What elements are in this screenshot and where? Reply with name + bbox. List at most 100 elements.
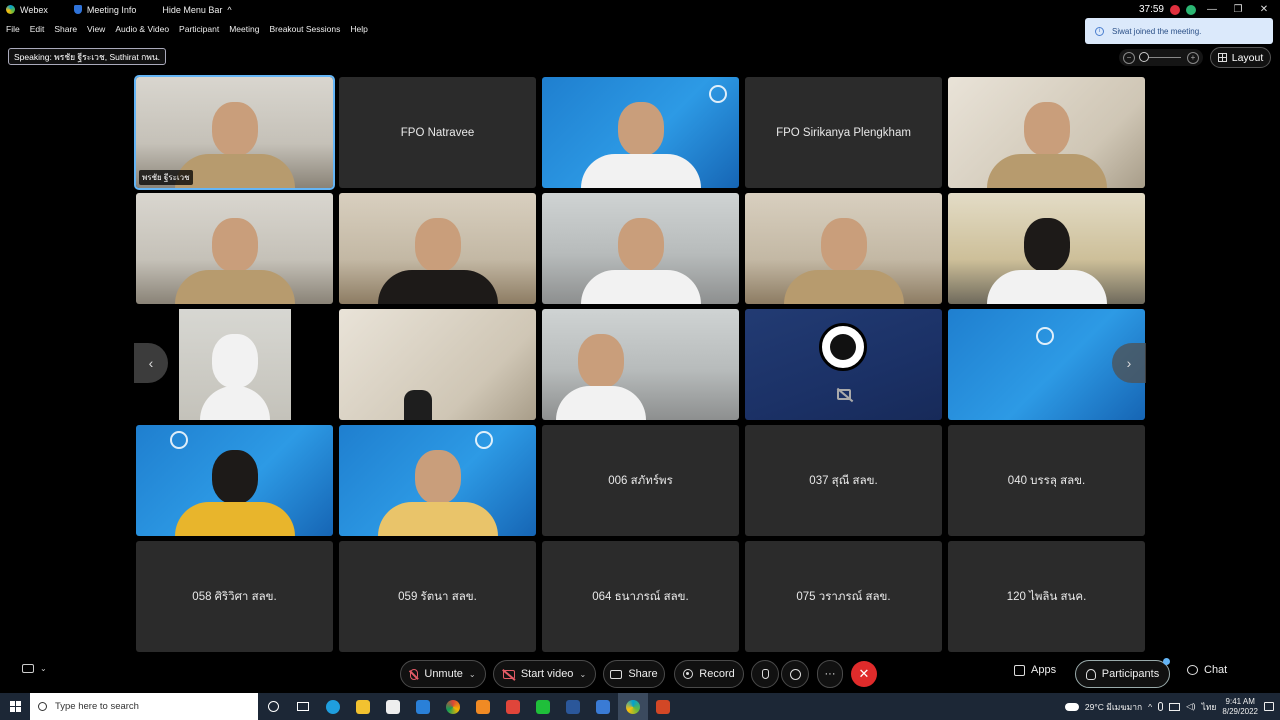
video-tile[interactable]: [339, 425, 536, 536]
taskbar-app-edge[interactable]: [318, 693, 348, 720]
chat-bubble-icon: [1187, 665, 1198, 675]
menu-edit[interactable]: Edit: [30, 24, 45, 34]
taskbar-app-orange[interactable]: [468, 693, 498, 720]
video-tile[interactable]: 075 วราภรณ์ สลข.: [745, 541, 942, 652]
clock-date: 8/29/2022: [1222, 706, 1258, 716]
video-tile[interactable]: [745, 309, 942, 420]
taskbar-app-powerpoint[interactable]: [648, 693, 678, 720]
start-button[interactable]: [0, 693, 30, 720]
menu-share[interactable]: Share: [54, 24, 77, 34]
taskbar-app-chrome[interactable]: [438, 693, 468, 720]
taskbar-app-photos[interactable]: [588, 693, 618, 720]
close-window-button[interactable]: ✕: [1254, 4, 1274, 15]
video-tile[interactable]: 120 ไพลิน สนค.: [948, 541, 1145, 652]
video-tile[interactable]: [948, 77, 1145, 188]
more-options-button[interactable]: ···: [817, 660, 843, 688]
chevron-up-icon[interactable]: ^: [1148, 702, 1152, 712]
taskbar-app-explorer[interactable]: [348, 693, 378, 720]
participants-button[interactable]: Participants: [1075, 660, 1170, 688]
share-button[interactable]: Share: [603, 660, 665, 688]
speaking-indicator: Speaking: พรชัย ฐีระเวช, Suthirat กพน.: [8, 48, 167, 65]
share-screen-icon: [610, 669, 623, 679]
video-tile[interactable]: FPO Natravee: [339, 77, 536, 188]
video-tile[interactable]: 040 บรรลุ สลข.: [948, 425, 1145, 536]
person-icon: [1085, 668, 1096, 680]
zoom-in-icon[interactable]: +: [1187, 51, 1199, 64]
zoom-slider[interactable]: [1139, 52, 1181, 62]
menu-audio-video[interactable]: Audio & Video: [115, 24, 169, 34]
apps-label: Apps: [1031, 664, 1057, 676]
taskbar-app-webex[interactable]: [618, 693, 648, 720]
chair: [404, 390, 432, 420]
raise-hand-button[interactable]: [751, 660, 779, 688]
clock[interactable]: 9:41 AM 8/29/2022: [1222, 697, 1258, 717]
task-view-button[interactable]: [288, 693, 318, 720]
edge-icon: [326, 699, 340, 714]
taskbar-app-red[interactable]: [498, 693, 528, 720]
chat-button[interactable]: Chat: [1187, 664, 1227, 676]
network-icon[interactable]: [1169, 702, 1181, 711]
unmute-button[interactable]: Unmute ⌄: [400, 660, 486, 688]
hide-menu-bar-button[interactable]: Hide Menu Bar ^: [162, 5, 239, 15]
zoom-control[interactable]: − +: [1119, 49, 1203, 66]
apps-button[interactable]: Apps: [1014, 664, 1056, 676]
video-tile[interactable]: 037 สุณี สลข.: [745, 425, 942, 536]
captions-button[interactable]: ⌄: [22, 664, 47, 673]
start-video-button[interactable]: Start video ⌄: [493, 660, 596, 688]
video-tile[interactable]: [136, 425, 333, 536]
volume-icon[interactable]: ◁): [1186, 701, 1195, 712]
leave-meeting-button[interactable]: ✕: [851, 661, 877, 687]
record-button[interactable]: Record: [674, 660, 744, 688]
video-tile[interactable]: [948, 193, 1145, 304]
menu-bar: File Edit Share View Audio & Video Parti…: [0, 22, 372, 36]
menu-file[interactable]: File: [6, 24, 20, 34]
menu-help[interactable]: Help: [350, 24, 367, 34]
video-tile[interactable]: FPO Sirikanya Plengkham: [745, 77, 942, 188]
participant-video: [580, 218, 701, 304]
menu-participant[interactable]: Participant: [179, 24, 219, 34]
next-page-button[interactable]: ›: [1112, 343, 1146, 383]
input-language[interactable]: ไทย: [1202, 700, 1217, 714]
meeting-info-button[interactable]: Meeting Info: [73, 5, 145, 15]
weather-text[interactable]: 29°C มีเมฆมาก: [1085, 700, 1142, 714]
taskbar-app-word[interactable]: [558, 693, 588, 720]
video-tile[interactable]: พรชัย ฐีระเวช: [134, 75, 335, 190]
reactions-button[interactable]: [781, 660, 809, 688]
zoom-slider-knob[interactable]: [1139, 52, 1149, 62]
participants-notification-dot: [1163, 658, 1170, 665]
menu-view[interactable]: View: [87, 24, 105, 34]
hand-icon: [761, 669, 769, 679]
task-view-icon: [297, 702, 309, 711]
taskbar-app-store[interactable]: [378, 693, 408, 720]
chevron-down-icon: ⌄: [579, 669, 587, 679]
video-tile[interactable]: [542, 309, 739, 420]
video-tile[interactable]: [542, 193, 739, 304]
unmute-label: Unmute: [424, 668, 463, 680]
microphone-icon[interactable]: [1158, 702, 1164, 711]
zoom-out-icon[interactable]: −: [1123, 51, 1135, 64]
taskbar-app-line[interactable]: [528, 693, 558, 720]
join-notification-text: Siwat joined the meeting.: [1112, 26, 1202, 36]
taskbar-app-mail[interactable]: [408, 693, 438, 720]
chevron-right-icon: ›: [1126, 355, 1132, 371]
video-tile[interactable]: 006 สภัทร์พร: [542, 425, 739, 536]
minimize-button[interactable]: —: [1202, 4, 1222, 15]
video-tile[interactable]: 059 รัตนา สลข.: [339, 541, 536, 652]
chat-label: Chat: [1204, 664, 1228, 676]
restore-button[interactable]: ❐: [1228, 4, 1248, 15]
video-tile[interactable]: [136, 193, 333, 304]
menu-meeting[interactable]: Meeting: [229, 24, 259, 34]
notification-icon[interactable]: [1264, 702, 1274, 711]
layout-button[interactable]: Layout: [1210, 47, 1271, 68]
menu-breakout-sessions[interactable]: Breakout Sessions: [269, 24, 340, 34]
video-tile[interactable]: [339, 309, 536, 420]
video-tile[interactable]: 064 ธนาภรณ์ สลข.: [542, 541, 739, 652]
share-label: Share: [628, 668, 658, 680]
video-tile[interactable]: [339, 193, 536, 304]
cortana-button[interactable]: [258, 693, 288, 720]
taskbar-search[interactable]: Type here to search: [30, 693, 258, 720]
video-tile[interactable]: [542, 77, 739, 188]
video-tile[interactable]: [745, 193, 942, 304]
webex-logo-icon: [6, 5, 15, 14]
video-tile[interactable]: 058 ศิริวิศา สลข.: [136, 541, 333, 652]
